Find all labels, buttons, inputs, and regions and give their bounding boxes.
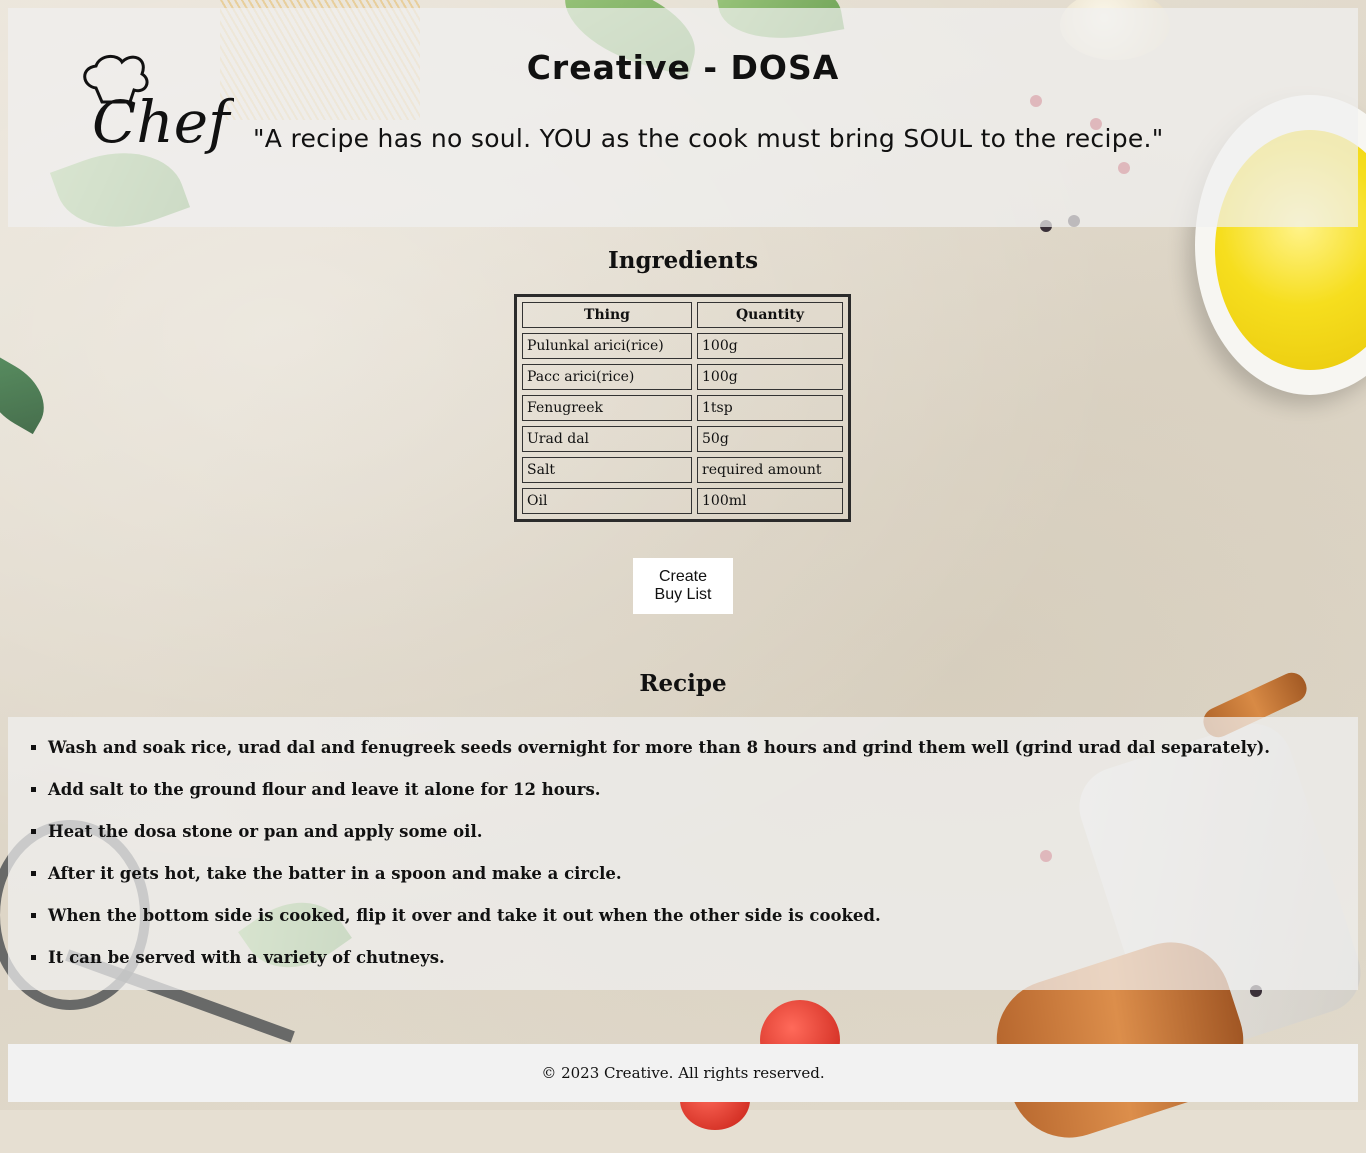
table-row: Fenugreek 1tsp bbox=[522, 395, 843, 421]
ingredients-heading: Ingredients bbox=[607, 247, 759, 274]
column-header-quantity: Quantity bbox=[697, 302, 843, 328]
recipe-step: Heat the dosa stone or pan and apply som… bbox=[48, 822, 1358, 864]
page-footer: © 2023 Creative. All rights reserved. bbox=[8, 1044, 1358, 1102]
ingredient-name: Pulunkal arici(rice) bbox=[522, 333, 692, 359]
ingredient-quantity: 100g bbox=[697, 364, 843, 390]
table-row: Oil 100ml bbox=[522, 488, 843, 514]
create-buy-list-button[interactable]: Create Buy List bbox=[633, 558, 733, 614]
table-row: Pacc arici(rice) 100g bbox=[522, 364, 843, 390]
ingredient-name: Oil bbox=[522, 488, 692, 514]
recipe-steps-panel: Wash and soak rice, urad dal and fenugre… bbox=[8, 717, 1358, 990]
recipe-heading: Recipe bbox=[639, 670, 727, 697]
ingredient-quantity: 100ml bbox=[697, 488, 843, 514]
page-title: Creative - DOSA bbox=[526, 48, 840, 87]
table-row: Salt required amount bbox=[522, 457, 843, 483]
ingredient-quantity: 100g bbox=[697, 333, 843, 359]
ingredient-name: Salt bbox=[522, 457, 692, 483]
page-quote: "A recipe has no soul. YOU as the cook m… bbox=[253, 124, 1164, 153]
ingredient-name: Pacc arici(rice) bbox=[522, 364, 692, 390]
ingredient-quantity: 50g bbox=[697, 426, 843, 452]
ingredient-quantity: required amount bbox=[697, 457, 843, 483]
ingredients-table-container: Thing Quantity Pulunkal arici(rice) 100g… bbox=[514, 294, 851, 522]
ingredient-quantity: 1tsp bbox=[697, 395, 843, 421]
recipe-step: It can be served with a variety of chutn… bbox=[48, 948, 1358, 990]
ingredients-table: Thing Quantity Pulunkal arici(rice) 100g… bbox=[514, 294, 851, 522]
table-row: Urad dal 50g bbox=[522, 426, 843, 452]
table-header-row: Thing Quantity bbox=[522, 302, 843, 328]
recipe-steps-list: Wash and soak rice, urad dal and fenugre… bbox=[8, 738, 1358, 990]
ingredient-name: Fenugreek bbox=[522, 395, 692, 421]
recipe-step: After it gets hot, take the batter in a … bbox=[48, 864, 1358, 906]
ingredient-name: Urad dal bbox=[522, 426, 692, 452]
copyright-text: © 2023 Creative. All rights reserved. bbox=[541, 1064, 825, 1082]
page-header: Chef Creative - DOSA "A recipe has no so… bbox=[8, 8, 1358, 227]
recipe-step: When the bottom side is cooked, flip it … bbox=[48, 906, 1358, 948]
recipe-step: Add salt to the ground flour and leave i… bbox=[48, 780, 1358, 822]
column-header-thing: Thing bbox=[522, 302, 692, 328]
recipe-step: Wash and soak rice, urad dal and fenugre… bbox=[48, 738, 1358, 780]
table-row: Pulunkal arici(rice) 100g bbox=[522, 333, 843, 359]
logo-wordmark: Chef bbox=[92, 88, 234, 156]
